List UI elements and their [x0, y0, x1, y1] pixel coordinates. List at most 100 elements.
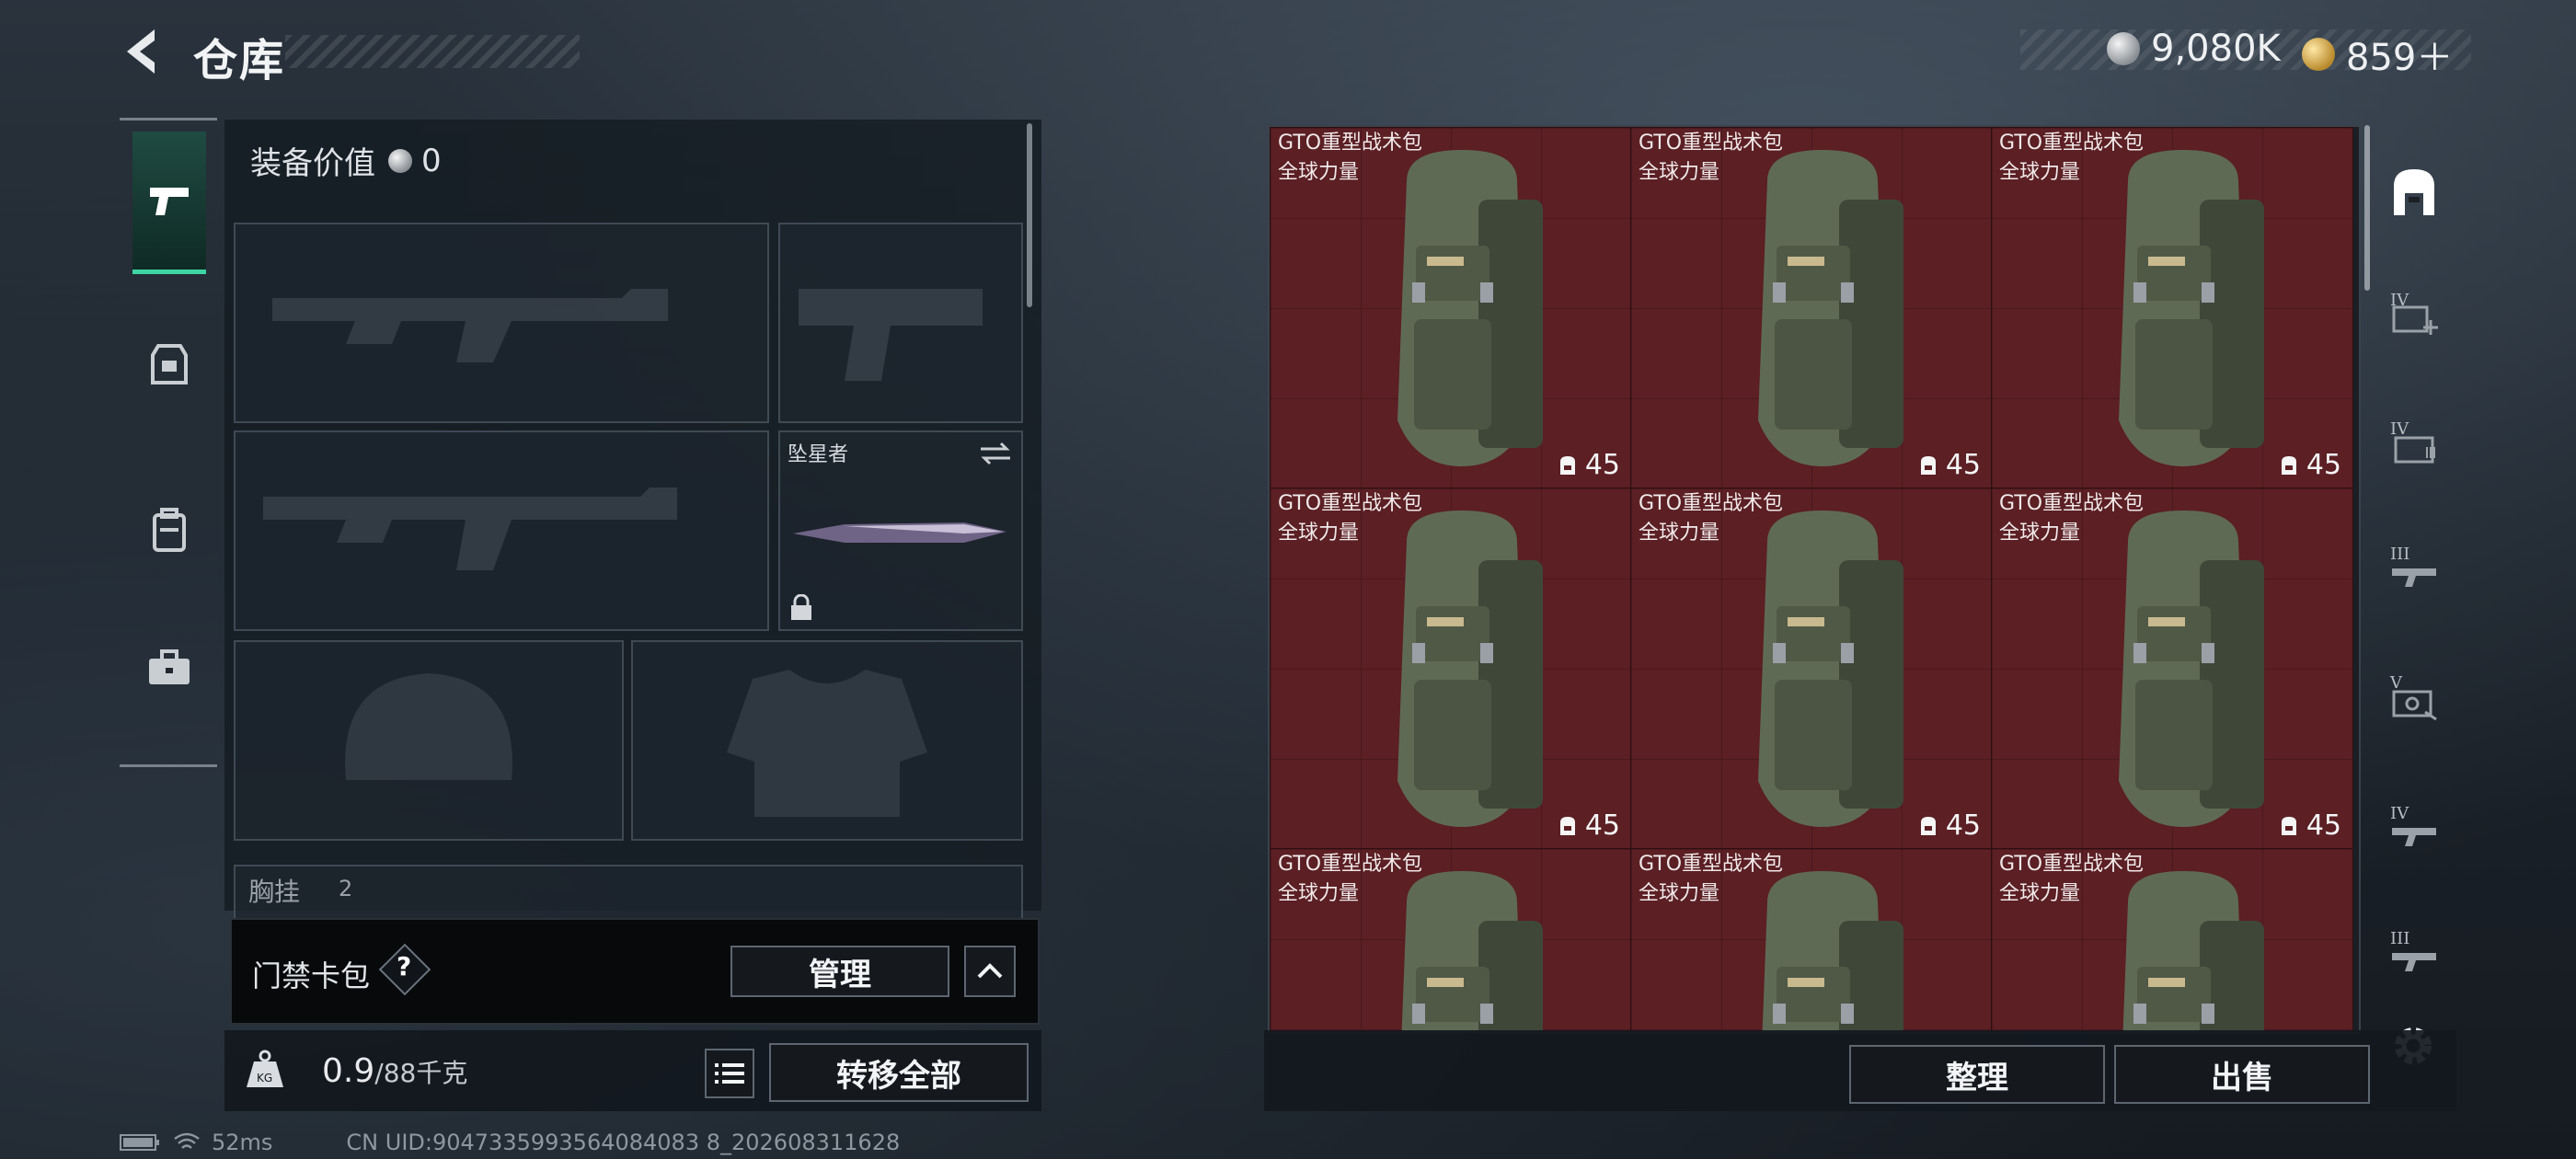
- capacity-icon: [1920, 816, 1936, 835]
- backpack-icon: [1758, 150, 1903, 466]
- item-name: GTO重型战术包: [1278, 132, 1423, 155]
- lock-icon: [791, 594, 811, 620]
- pistol-silhouette-icon: [799, 289, 983, 381]
- capacity-value: 45: [1945, 809, 1981, 842]
- item-capacity: 45: [1558, 809, 1620, 842]
- rail-item-rig[interactable]: [132, 295, 206, 433]
- rail-item-weapons[interactable]: [132, 132, 206, 274]
- expand-button[interactable]: [964, 946, 1016, 997]
- wifi-icon: [174, 1132, 200, 1149]
- storage-item[interactable]: GTO重型战术包 全球力量 45: [1991, 488, 2353, 850]
- filter-rail: IV IV III V IV III: [2372, 125, 2455, 990]
- weight-readout: 0.9/88千克: [322, 1052, 467, 1090]
- backpack-icon: [2119, 150, 2264, 466]
- capacity-icon: [1559, 816, 1575, 835]
- silver-coin-icon: [388, 148, 412, 173]
- filter-ammo[interactable]: IV: [2377, 410, 2451, 484]
- filter-weapon-iv[interactable]: IV: [2377, 795, 2451, 868]
- sell-button[interactable]: 出售: [2114, 1045, 2370, 1104]
- weight-bar: KG 0.9/88千克 转移全部: [224, 1030, 1041, 1111]
- capacity-value: 45: [1945, 449, 1981, 481]
- equipment-value-amount: 0: [421, 142, 442, 179]
- capacity-value: 45: [2306, 449, 2341, 481]
- item-capacity: 45: [2279, 809, 2341, 842]
- back-button[interactable]: [118, 24, 173, 79]
- chest-rig-slot[interactable]: 胸挂 2: [234, 865, 1023, 924]
- tier-label: V: [2390, 673, 2402, 693]
- item-capacity: 45: [2279, 449, 2341, 481]
- backpack-icon: [1397, 150, 1543, 466]
- status-bar: 52ms CN UID:9047335993564084083 8_202608…: [120, 1130, 900, 1155]
- filter-key[interactable]: V: [2377, 664, 2451, 738]
- equipment-panel: 装备价值 0 坠星者 胸挂 2: [224, 120, 1041, 924]
- melee-slot[interactable]: 坠星者: [778, 430, 1023, 631]
- item-name: GTO重型战术包: [1999, 132, 2145, 155]
- gold-currency[interactable]: 859＋: [2302, 28, 2453, 81]
- back-arrow-icon: [127, 29, 155, 74]
- capacity-value: 45: [1584, 809, 1620, 842]
- backpack-icon: [1401, 871, 1543, 1032]
- storage-grid: GTO重型战术包 全球力量 45 GTO重型战术包 全球力量 45 GTO重型战术包 全球力量…: [1268, 125, 2361, 1034]
- storage-item[interactable]: GTO重型战术包 全球力量: [1991, 848, 2353, 1032]
- pistol-slot[interactable]: [778, 223, 1023, 423]
- list-view-button[interactable]: [705, 1049, 754, 1098]
- filter-weapon-iii[interactable]: III: [2377, 535, 2451, 609]
- storage-item[interactable]: GTO重型战术包 全球力量 45: [1630, 127, 1993, 489]
- helmet-silhouette-icon: [345, 673, 512, 780]
- transfer-all-button[interactable]: 转移全部: [769, 1043, 1029, 1102]
- item-name: GTO重型战术包: [1999, 853, 2145, 876]
- filter-all-storage[interactable]: [2377, 155, 2451, 228]
- item-maker: 全球力量: [1639, 882, 1720, 905]
- rig-icon: [151, 344, 188, 384]
- armor-silhouette-icon: [727, 670, 927, 817]
- storage-icon: [2394, 169, 2434, 215]
- backpack-icon: [153, 508, 186, 552]
- equipment-scrollbar[interactable]: [1027, 123, 1032, 307]
- item-maker: 全球力量: [1639, 522, 1720, 545]
- silver-coin-icon: [2107, 32, 2140, 65]
- rail-item-case[interactable]: [132, 599, 206, 737]
- capacity-value: 45: [2306, 809, 2341, 842]
- storage-item[interactable]: GTO重型战术包 全球力量: [1630, 848, 1993, 1032]
- backpack-icon: [2122, 871, 2264, 1032]
- tier-label: III: [2390, 929, 2410, 948]
- keycard-pack-bar: 门禁卡包 ? 管理: [230, 918, 1040, 1025]
- storage-item[interactable]: GTO重型战术包 全球力量: [1270, 848, 1632, 1032]
- pistol-icon: [150, 188, 189, 215]
- chevron-up-icon: [977, 963, 1003, 979]
- rail-item-backpack[interactable]: [132, 461, 206, 599]
- storage-scrollbar[interactable]: [2364, 125, 2370, 291]
- sort-button[interactable]: 整理: [1849, 1045, 2105, 1104]
- item-maker: 全球力量: [1278, 522, 1360, 545]
- storage-item[interactable]: GTO重型战术包 全球力量 45: [1270, 488, 1632, 850]
- filter-medical[interactable]: IV: [2377, 281, 2451, 355]
- keycard-pack-label: 门禁卡包: [252, 958, 371, 993]
- primary-weapon-slot-2[interactable]: [234, 430, 769, 631]
- item-capacity: 45: [1558, 449, 1620, 481]
- melee-name: 坠星者: [788, 443, 849, 466]
- weight-max: /88千克: [374, 1058, 468, 1088]
- helmet-slot[interactable]: [234, 640, 624, 841]
- item-capacity: 45: [1918, 449, 1981, 481]
- gold-coin-icon: [2302, 38, 2335, 71]
- rifle-silhouette-icon: [272, 289, 668, 362]
- item-maker: 全球力量: [1999, 882, 2081, 905]
- armor-slot[interactable]: [631, 640, 1023, 841]
- filter-weapon-iii-b[interactable]: III: [2377, 920, 2451, 993]
- category-rail: [120, 118, 217, 767]
- knife-icon: [793, 522, 1006, 543]
- gold-amount: 859＋: [2346, 37, 2454, 79]
- backpack-icon: [2119, 511, 2264, 827]
- swap-icon[interactable]: [979, 440, 1012, 467]
- storage-item[interactable]: GTO重型战术包 全球力量 45: [1991, 127, 2353, 489]
- storage-item[interactable]: GTO重型战术包 全球力量 45: [1630, 488, 1993, 850]
- item-name: GTO重型战术包: [1278, 853, 1423, 876]
- item-name: GTO重型战术包: [1999, 492, 2145, 515]
- top-bar: 仓库 9,080K 859＋: [0, 0, 2576, 110]
- primary-weapon-slot-1[interactable]: [234, 223, 769, 423]
- capacity-icon: [1920, 455, 1936, 475]
- battery-icon: [120, 1134, 159, 1151]
- silver-currency[interactable]: 9,080K: [2107, 28, 2281, 70]
- storage-item[interactable]: GTO重型战术包 全球力量 45: [1270, 127, 1632, 489]
- manage-button[interactable]: 管理: [730, 946, 949, 997]
